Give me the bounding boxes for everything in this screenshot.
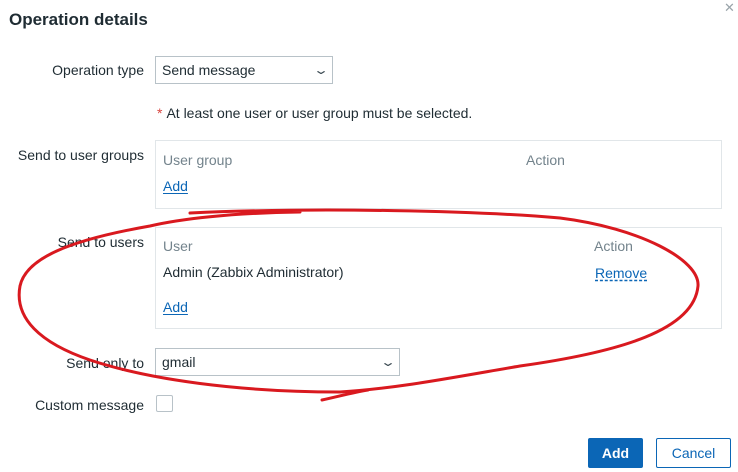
operation-type-label: Operation type xyxy=(52,62,144,78)
send-only-to-value: gmail xyxy=(162,354,196,370)
chevron-down-icon: ⌄ xyxy=(312,63,330,77)
send-only-to-label: Send only to xyxy=(66,355,144,371)
users-table: User Action Admin (Zabbix Administrator)… xyxy=(155,227,722,329)
remove-user-link[interactable]: Remove xyxy=(595,265,647,281)
operation-type-select[interactable]: Send message ⌄ xyxy=(155,56,333,84)
operation-type-value: Send message xyxy=(162,62,256,78)
user-column-header: User xyxy=(163,238,193,254)
cancel-button[interactable]: Cancel xyxy=(656,438,731,468)
add-user-link[interactable]: Add xyxy=(163,299,188,315)
chevron-down-icon: ⌄ xyxy=(379,355,397,369)
user-group-column-header: User group xyxy=(163,152,233,168)
close-icon[interactable]: ✕ xyxy=(724,0,735,16)
users-label: Send to users xyxy=(57,234,144,250)
required-star: * xyxy=(157,105,163,121)
user-groups-label: Send to user groups xyxy=(17,147,144,163)
user-group-action-header: Action xyxy=(526,152,565,168)
user-action-header: Action xyxy=(594,238,633,254)
user-groups-table: User group Action Add xyxy=(155,140,722,209)
custom-message-checkbox[interactable] xyxy=(156,395,173,412)
dialog-title: Operation details xyxy=(9,10,148,29)
add-user-group-link[interactable]: Add xyxy=(163,178,188,194)
add-button[interactable]: Add xyxy=(588,438,643,468)
custom-message-label: Custom message xyxy=(35,397,144,413)
required-note: * At least one user or user group must be… xyxy=(157,105,472,121)
send-only-to-select[interactable]: gmail ⌄ xyxy=(155,348,400,376)
user-row-name: Admin (Zabbix Administrator) xyxy=(163,264,344,280)
required-note-text: At least one user or user group must be … xyxy=(166,105,473,121)
